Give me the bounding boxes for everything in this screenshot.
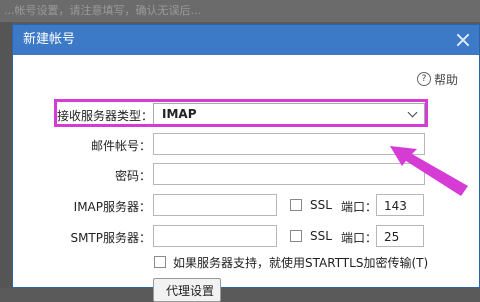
starttls-label: 如果服务器支持，就使用STARTTLS加密传输(T)	[173, 256, 429, 270]
smtp-ssl-checkbox[interactable]	[290, 230, 302, 242]
imap-port-input[interactable]: 143	[376, 194, 424, 216]
smtp-server-label: SMTP服务器：	[70, 231, 151, 245]
help-link[interactable]: ? 帮助	[417, 71, 458, 87]
close-icon[interactable]	[453, 30, 473, 50]
account-input[interactable]	[153, 133, 425, 155]
imap-ssl-label: SSL	[310, 198, 332, 212]
smtp-port-input[interactable]: 25	[376, 225, 424, 247]
imap-port-value: 143	[384, 199, 407, 213]
proxy-settings-button[interactable]: 代理设置	[153, 278, 221, 302]
password-label: 密码：	[114, 169, 151, 183]
imap-port-label: 端口：	[341, 200, 378, 214]
background-window	[0, 22, 12, 288]
imap-server-input[interactable]	[153, 194, 277, 216]
smtp-port-label: 端口：	[341, 231, 378, 245]
annotation-highlight-box	[54, 99, 428, 127]
imap-ssl-checkbox[interactable]	[290, 199, 302, 211]
question-circle-icon: ?	[417, 72, 431, 86]
account-label: 邮件帐号：	[90, 139, 151, 153]
smtp-server-input[interactable]	[153, 225, 277, 247]
imap-server-label: IMAP服务器：	[73, 200, 151, 214]
dialog-title: 新建帐号	[23, 32, 76, 47]
smtp-ssl-label: SSL	[310, 229, 332, 243]
password-input[interactable]	[153, 163, 425, 185]
smtp-port-value: 25	[384, 230, 400, 244]
help-label: 帮助	[434, 72, 459, 87]
new-account-dialog: 新建帐号 ? 帮助 接收服务器类型： IMAP 邮件帐号： 密码： IMAP服务…	[12, 24, 480, 302]
starttls-checkbox[interactable]	[154, 256, 166, 268]
proxy-settings-label: 代理设置	[166, 284, 215, 298]
dialog-titlebar: 新建帐号	[13, 25, 479, 55]
background-window-text: ...帐号设置，请注意填写，确认无误后...	[0, 0, 480, 22]
